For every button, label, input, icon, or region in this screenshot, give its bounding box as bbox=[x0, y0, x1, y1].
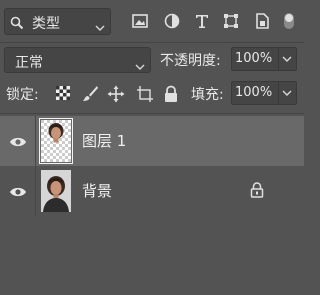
lock-transparent-pixels-icon[interactable] bbox=[55, 85, 73, 103]
visibility-eye-icon[interactable] bbox=[9, 133, 27, 147]
chevron-down-icon bbox=[282, 90, 292, 96]
layer-name: 图层 1 bbox=[82, 132, 127, 150]
type-layer-filter-icon[interactable] bbox=[193, 12, 211, 30]
layer-row-layer-1[interactable]: 图层 1 bbox=[0, 116, 304, 166]
lock-position-move-icon[interactable] bbox=[107, 85, 125, 103]
filter-bar: 类型 bbox=[0, 0, 304, 42]
adjustment-layer-filter-icon[interactable] bbox=[163, 12, 181, 30]
chevron-down-icon bbox=[95, 17, 105, 36]
layer-name: 背景 bbox=[82, 182, 113, 200]
lock-label: 锁定: bbox=[6, 87, 39, 103]
lock-image-pixels-brush-icon[interactable] bbox=[81, 85, 99, 103]
layer-lock-icon[interactable] bbox=[250, 182, 264, 202]
layers-panel: 类型 正常 不透明度: 100% 锁定: 填充: 100% 图层 1 背景 bbox=[0, 0, 304, 295]
layer-thumbnail[interactable] bbox=[41, 170, 71, 212]
divider bbox=[35, 166, 36, 216]
blend-mode-select[interactable]: 正常 bbox=[4, 47, 151, 73]
opacity-input[interactable]: 100% bbox=[231, 47, 279, 71]
divider bbox=[35, 116, 36, 166]
fill-label: 填充: bbox=[191, 87, 224, 103]
pixel-layer-filter-icon[interactable] bbox=[131, 12, 149, 30]
shape-layer-filter-icon[interactable] bbox=[222, 12, 240, 30]
opacity-label: 不透明度: bbox=[160, 53, 221, 69]
filter-toggle-switch[interactable] bbox=[282, 12, 298, 30]
lock-artboard-icon[interactable] bbox=[136, 85, 154, 103]
search-icon bbox=[10, 15, 24, 34]
filter-kind-label: 类型 bbox=[32, 16, 60, 32]
visibility-eye-icon[interactable] bbox=[9, 183, 27, 197]
fill-input[interactable]: 100% bbox=[231, 81, 279, 105]
layer-thumbnail[interactable] bbox=[39, 118, 73, 164]
lock-all-icon[interactable] bbox=[163, 85, 181, 103]
blend-mode-label: 正常 bbox=[15, 55, 43, 71]
divider bbox=[0, 113, 304, 114]
chevron-down-icon bbox=[135, 56, 145, 75]
smart-object-filter-icon[interactable] bbox=[253, 12, 271, 30]
fill-dropdown-button[interactable] bbox=[279, 81, 297, 105]
divider bbox=[0, 42, 304, 43]
chevron-down-icon bbox=[282, 56, 292, 62]
opacity-dropdown-button[interactable] bbox=[279, 47, 297, 71]
layer-row-background[interactable]: 背景 bbox=[0, 166, 304, 216]
filter-kind-select[interactable]: 类型 bbox=[4, 8, 111, 35]
